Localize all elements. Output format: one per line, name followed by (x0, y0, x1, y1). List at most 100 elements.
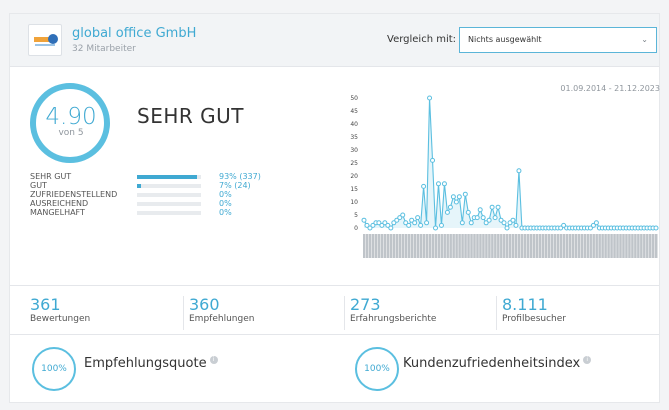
x-tick-label (517, 234, 521, 258)
data-point[interactable] (465, 209, 471, 215)
x-tick-label (628, 234, 631, 258)
distribution-pct: 0% (219, 199, 232, 208)
data-point[interactable] (513, 222, 519, 228)
x-tick-label (610, 234, 613, 258)
y-tick-label: 20 (350, 173, 358, 180)
distribution-bar (137, 193, 201, 197)
rating-grade: SEHR GUT (137, 104, 244, 128)
stat-value: 273 (350, 295, 381, 314)
data-point[interactable] (427, 95, 433, 101)
x-tick-label (556, 234, 560, 258)
data-point[interactable] (438, 222, 444, 228)
x-tick-label (625, 234, 628, 258)
x-tick-label (511, 234, 515, 258)
y-tick-label: 25 (350, 160, 358, 167)
info-icon[interactable]: i (209, 356, 218, 364)
data-point[interactable] (418, 222, 424, 228)
distribution-pct: 0% (219, 190, 232, 199)
data-point[interactable] (593, 220, 599, 226)
data-point[interactable] (415, 215, 421, 221)
data-point[interactable] (444, 209, 450, 215)
x-tick-label (422, 234, 426, 258)
data-point[interactable] (424, 220, 430, 226)
rating-scale: von 5 (58, 128, 84, 138)
distribution-bar (137, 184, 201, 188)
data-point[interactable] (462, 191, 468, 197)
card-header: global office GmbH 32 Mitarbeiter Vergle… (10, 14, 659, 67)
recommendation-label: Empfehlungsquote (84, 356, 207, 371)
x-tick-label (535, 234, 539, 258)
data-point[interactable] (501, 220, 507, 226)
x-tick-label (631, 234, 634, 258)
x-tick-label (485, 234, 488, 258)
x-tick-label (473, 234, 476, 258)
data-point[interactable] (361, 217, 367, 223)
data-point[interactable] (421, 183, 427, 189)
data-point[interactable] (435, 181, 441, 187)
x-tick-label (637, 234, 640, 258)
data-point[interactable] (388, 225, 394, 231)
data-point[interactable] (468, 220, 474, 226)
x-tick-label (482, 234, 485, 258)
x-tick-label (595, 234, 598, 258)
distribution-bar (137, 175, 201, 179)
data-point[interactable] (447, 204, 453, 210)
data-point[interactable] (430, 157, 436, 163)
data-point[interactable] (486, 217, 492, 223)
x-tick-label (467, 234, 470, 258)
data-point[interactable] (653, 225, 659, 231)
x-tick-label (592, 234, 595, 258)
x-tick-label (547, 234, 551, 258)
data-point[interactable] (400, 212, 406, 218)
data-point[interactable] (441, 181, 447, 187)
x-tick-label (652, 234, 655, 258)
data-point[interactable] (495, 204, 501, 210)
rating-score: 4.90 (45, 104, 97, 130)
data-point[interactable] (492, 215, 498, 221)
info-icon[interactable]: i (583, 356, 592, 364)
x-tick-label (526, 234, 530, 258)
data-point[interactable] (406, 222, 412, 228)
x-tick-label (559, 234, 563, 258)
stat-label: Erfahrungsberichte (350, 314, 437, 324)
data-point[interactable] (453, 199, 459, 205)
x-tick-label (410, 234, 414, 258)
data-point[interactable] (433, 225, 439, 231)
y-tick-label: 50 (350, 95, 358, 102)
distribution-pct: 0% (219, 208, 232, 217)
x-tick-label (476, 234, 479, 258)
x-tick-label (646, 234, 649, 258)
x-tick-label (613, 234, 616, 258)
company-name[interactable]: global office GmbH (72, 26, 196, 41)
x-tick-label (395, 234, 399, 258)
satisfaction-metric: Kundenzufriedenheitsindex i (403, 356, 592, 371)
distribution-bar (137, 202, 201, 206)
stat-label: Bewertungen (30, 314, 91, 324)
compare-select[interactable]: Nichts ausgewählt ⌄ (459, 27, 657, 53)
x-tick-label (601, 234, 604, 258)
data-point[interactable] (480, 215, 486, 221)
data-point[interactable] (450, 194, 456, 200)
rating-history-chart: 0 5 10 15 20 25 30 35 40 45 50 (350, 95, 659, 258)
x-tick-label (553, 234, 557, 258)
x-tick-label (503, 234, 506, 258)
data-point[interactable] (474, 215, 480, 221)
distribution-bar-fill (137, 175, 197, 179)
data-point[interactable] (456, 194, 462, 200)
x-tick-label (488, 234, 491, 258)
x-tick-label (413, 234, 417, 258)
data-point[interactable] (504, 225, 510, 231)
distribution-bar (137, 211, 201, 215)
data-point[interactable] (459, 220, 465, 226)
section-divider (10, 334, 659, 335)
x-tick-label (562, 234, 566, 258)
data-point[interactable] (477, 207, 483, 213)
data-point[interactable] (510, 217, 516, 223)
data-point[interactable] (489, 204, 495, 210)
data-point[interactable] (412, 220, 418, 226)
x-tick-label (383, 234, 387, 258)
data-point[interactable] (516, 168, 522, 174)
x-tick-label (529, 234, 533, 258)
distribution-label: GUT (30, 181, 47, 190)
x-tick-label (568, 234, 572, 258)
